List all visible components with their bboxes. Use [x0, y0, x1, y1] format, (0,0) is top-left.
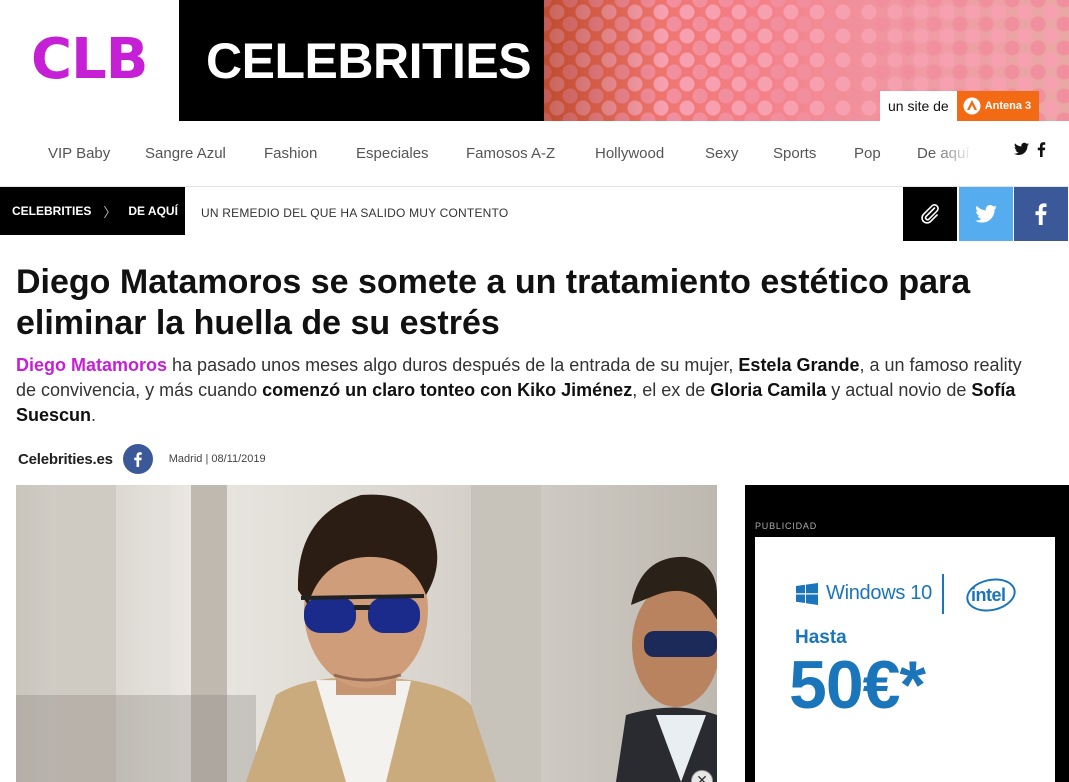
header-banner-shade — [544, 0, 664, 121]
twitter-icon[interactable] — [1014, 142, 1030, 162]
site-logo[interactable]: CLB — [31, 30, 148, 90]
nav-item-pop[interactable]: Pop — [854, 145, 881, 162]
network-badge-label: un site de — [888, 98, 949, 114]
ad-slot: PUBLICIDAD Windows 10 intel Hasta 50€* — [745, 485, 1069, 782]
ad-price: 50€* — [789, 647, 926, 723]
main-nav: VIP Baby Sangre Azul Fashion Especiales … — [0, 121, 1069, 187]
windows-logo: Windows 10 — [796, 582, 932, 605]
ad-creative[interactable]: Windows 10 intel Hasta 50€* — [755, 537, 1055, 782]
facebook-icon — [1035, 203, 1047, 225]
lede-emphasis: comenzó un claro tonteo con Kiko Jiménez — [262, 380, 633, 400]
lede-text: ha pasado unos meses algo duros después … — [167, 355, 739, 375]
nav-item-hollywood[interactable]: Hollywood — [595, 145, 664, 162]
copy-link-button[interactable] — [903, 187, 957, 241]
breadcrumb-bar: CELEBRITIES 〉 DE AQUÍ UN REMEDIO DEL QUE… — [0, 187, 1069, 241]
facebook-icon — [134, 451, 142, 467]
article-title: Diego Matamoros se somete a un tratamien… — [16, 263, 971, 342]
network-badge[interactable]: un site de Antena 3 — [880, 91, 1040, 121]
nav-item-sexy[interactable]: Sexy — [705, 145, 738, 162]
nav-item-famosos-az[interactable]: Famosos A-Z — [466, 145, 555, 162]
lede-text: . — [91, 405, 97, 425]
nav-item-vip-baby[interactable]: VIP Baby — [48, 145, 110, 162]
lede-link-diego-matamoros[interactable]: Diego Matamoros — [16, 355, 167, 375]
link-icon — [921, 204, 939, 224]
article-kicker: UN REMEDIO DEL QUE HA SALIDO MUY CONTENT… — [201, 206, 509, 220]
photo-illustration — [16, 485, 717, 782]
lede-text: y actual novio de — [826, 380, 972, 400]
antena3-logo[interactable]: Antena 3 — [956, 91, 1040, 121]
logo-area[interactable]: CLB — [0, 0, 179, 121]
intel-logo: intel — [971, 585, 1006, 605]
nav-overflow-fade — [930, 139, 975, 169]
nav-item-fashion[interactable]: Fashion — [264, 145, 317, 162]
article-lede: Diego Matamoros ha pasado unos meses alg… — [16, 353, 1046, 428]
nav-item-sports[interactable]: Sports — [773, 145, 816, 162]
ad-hasta-label: Hasta — [795, 627, 847, 648]
breadcrumb-celebrities[interactable]: CELEBRITIES — [12, 204, 91, 218]
site-header: CLB CELEBRITIES un site de Antena 3 — [0, 0, 1069, 121]
windows-icon — [796, 582, 818, 605]
facebook-icon[interactable] — [1037, 142, 1053, 162]
antena3-icon — [963, 97, 981, 115]
ad-label: PUBLICIDAD — [755, 521, 818, 531]
share-twitter-button[interactable] — [959, 187, 1013, 241]
nav-item-sangre-azul[interactable]: Sangre Azul — [145, 145, 226, 162]
brand-title[interactable]: CELEBRITIES — [206, 34, 532, 88]
article-dateline: Madrid | 08/11/2019 — [168, 453, 266, 465]
author-facebook-button[interactable] — [122, 444, 153, 474]
lede-text: , el ex de — [632, 380, 711, 400]
byline: Celebrities.es Madrid | 08/11/2019 — [18, 444, 266, 474]
antena3-label: Antena 3 — [984, 100, 1032, 112]
author-name[interactable]: Celebrities.es — [18, 451, 113, 468]
windows-label: Windows 10 — [826, 582, 932, 604]
article-main-photo — [16, 485, 717, 782]
share-facebook-button[interactable] — [1014, 187, 1068, 241]
lede-name-gloria-camila: Gloria Camila — [710, 380, 827, 400]
ad-divider — [942, 574, 944, 614]
nav-item-especiales[interactable]: Especiales — [356, 145, 429, 162]
breadcrumb-separator: 〉 — [103, 204, 117, 220]
breadcrumb: CELEBRITIES 〉 DE AQUÍ — [0, 187, 185, 235]
lede-name-estela-grande: Estela Grande — [738, 355, 860, 375]
twitter-icon — [975, 205, 997, 223]
breadcrumb-de-aqui[interactable]: DE AQUÍ — [128, 204, 178, 218]
brand-area[interactable]: CELEBRITIES — [179, 0, 544, 121]
